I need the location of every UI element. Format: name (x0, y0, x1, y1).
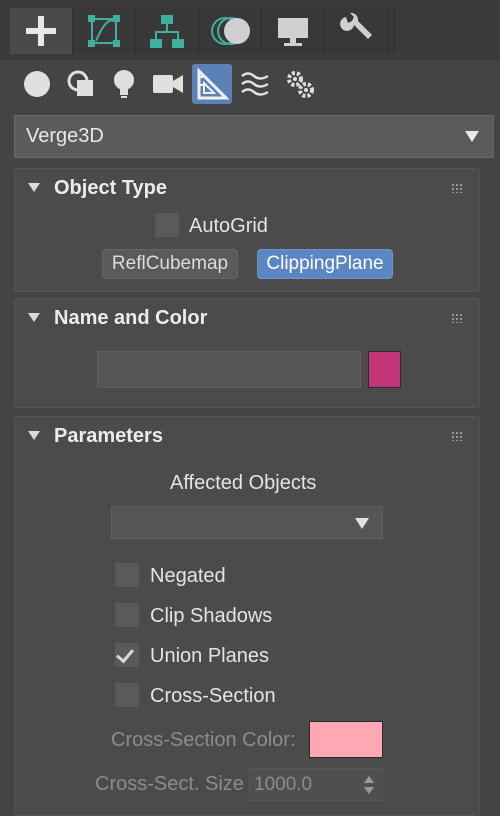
shapes-button[interactable] (61, 64, 101, 104)
spinner-up-arrow-icon[interactable] (364, 776, 374, 783)
parameters-rollout: Parameters Affected Objects Negated Clip… (14, 416, 480, 816)
category-dropdown-value: Verge3D (26, 125, 104, 147)
name-and-color-rollout: Name and Color (14, 298, 480, 408)
space-warps-icon (241, 72, 269, 96)
tab-motion[interactable] (199, 8, 262, 54)
cross-section-size-spinner[interactable]: 1000.0 (249, 768, 383, 801)
chevron-down-icon (355, 518, 369, 529)
negated-checkbox[interactable] (114, 562, 140, 588)
lights-button[interactable] (104, 64, 144, 104)
cross-section-color-swatch[interactable] (309, 721, 383, 758)
drag-grip-icon[interactable] (451, 183, 463, 193)
modify-icon (88, 15, 120, 47)
tab-modify[interactable] (73, 8, 136, 54)
negated-label: Negated (150, 565, 226, 587)
cross-section-label: Cross-Section (150, 685, 276, 707)
spinner-down-arrow-icon[interactable] (364, 787, 374, 794)
autogrid-checkbox[interactable] (154, 212, 180, 238)
name-and-color-rollout-header[interactable]: Name and Color (15, 299, 479, 337)
cross-section-size-label: Cross-Sect. Size (95, 773, 244, 795)
autogrid-label: AutoGrid (189, 215, 268, 237)
tab-display[interactable] (262, 8, 325, 54)
affected-objects-dropdown[interactable] (111, 506, 383, 539)
clip-shadows-label: Clip Shadows (150, 605, 273, 627)
tab-utilities[interactable] (325, 8, 388, 54)
clip-shadows-checkbox[interactable] (114, 602, 140, 628)
union-planes-label: Union Planes (150, 645, 269, 667)
reflcubemap-button[interactable]: ReflCubemap (102, 249, 238, 279)
name-and-color-title: Name and Color (54, 307, 208, 329)
collapse-triangle-icon (28, 313, 40, 322)
union-planes-checkbox[interactable] (114, 642, 140, 668)
shapes-icon (67, 70, 93, 96)
geometry-button[interactable] (17, 64, 57, 104)
object-color-swatch[interactable] (368, 351, 401, 388)
chevron-down-icon (465, 131, 479, 142)
motion-icon (211, 17, 250, 45)
cross-section-size-value: 1000.0 (254, 773, 313, 795)
cross-section-color-label: Cross-Section Color: (111, 729, 296, 751)
geometry-sphere-icon (24, 71, 50, 97)
collapse-triangle-icon (28, 431, 40, 440)
helpers-button[interactable] (192, 64, 232, 104)
object-name-field[interactable] (97, 351, 361, 388)
systems-gears-icon (287, 71, 314, 98)
drag-grip-icon[interactable] (451, 431, 463, 441)
command-panel-tabs (0, 0, 500, 60)
collapse-triangle-icon (28, 183, 40, 192)
lights-bulb-icon (114, 70, 134, 98)
drag-grip-icon[interactable] (451, 313, 463, 323)
plus-create-icon (26, 16, 56, 46)
tab-create[interactable] (10, 8, 73, 54)
utilities-wrench-icon (340, 12, 372, 39)
category-dropdown[interactable]: Verge3D (14, 115, 494, 158)
object-type-rollout-header[interactable]: Object Type (15, 169, 479, 207)
display-icon (278, 18, 308, 46)
subcategory-toolbar (0, 60, 500, 108)
object-type-title: Object Type (54, 177, 167, 199)
cameras-button[interactable] (148, 64, 188, 104)
parameters-title: Parameters (54, 425, 163, 447)
clippingplane-button[interactable]: ClippingPlane (257, 249, 393, 279)
cross-section-checkbox[interactable] (114, 682, 140, 708)
hierarchy-icon (150, 15, 184, 48)
affected-objects-label: Affected Objects (170, 472, 317, 494)
helpers-triangle-ruler-icon (197, 67, 229, 100)
tab-spacer (388, 8, 395, 54)
parameters-rollout-header[interactable]: Parameters (15, 417, 479, 455)
tab-hierarchy[interactable] (136, 8, 199, 54)
object-type-rollout: Object Type AutoGrid ReflCubemap Clippin… (14, 168, 480, 292)
space-warps-button[interactable] (236, 64, 276, 104)
camera-icon (153, 75, 183, 93)
systems-button[interactable] (280, 64, 320, 104)
checkmark-icon (116, 644, 134, 664)
